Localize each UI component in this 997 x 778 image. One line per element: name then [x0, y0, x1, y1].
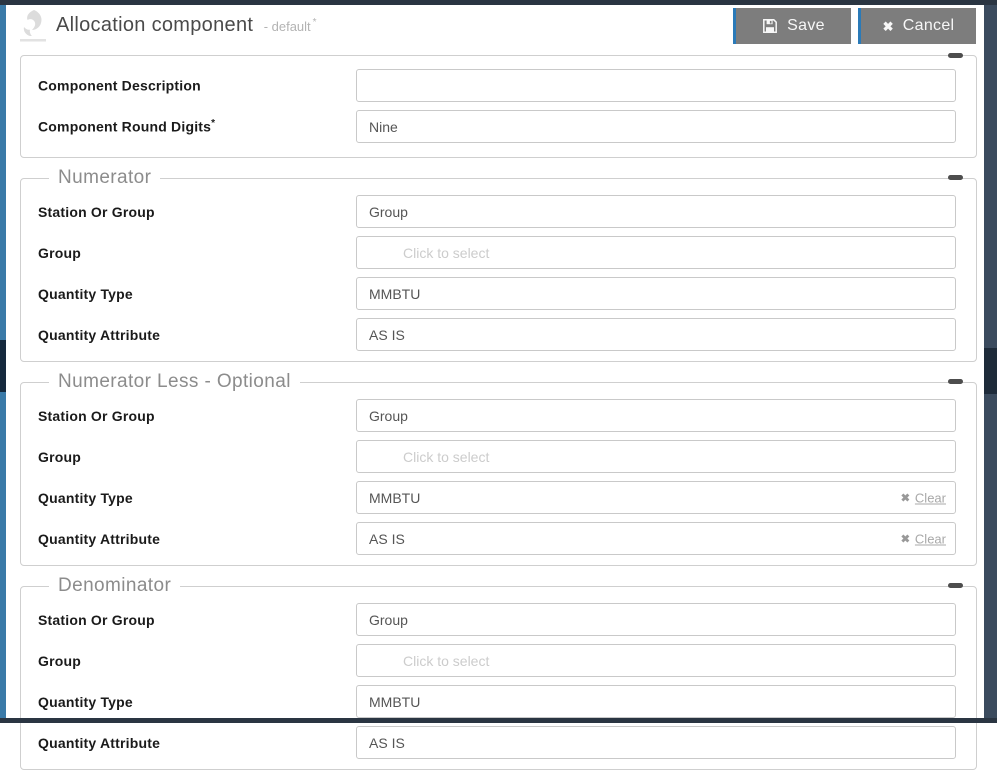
group-select-input[interactable]	[356, 440, 956, 473]
right-scrollbar[interactable]	[984, 0, 997, 723]
quantity-type-input[interactable]	[356, 277, 956, 310]
clear-button[interactable]: ✖ Clear	[901, 531, 946, 546]
form-row: Station Or Group	[38, 195, 956, 228]
clear-label: Clear	[914, 490, 946, 505]
clear-button[interactable]: ✖ Clear	[901, 490, 946, 505]
clear-label: Clear	[914, 531, 946, 546]
form-row: Quantity Attribute ✖ Clear	[38, 522, 956, 555]
page-subtitle: - default	[263, 19, 311, 34]
form-row: Group	[38, 644, 956, 677]
group-select-input[interactable]	[356, 644, 956, 677]
app-logo-icon	[19, 9, 47, 43]
form-row: Component Description	[38, 69, 956, 102]
section-legend: Numerator Less - Optional	[58, 371, 291, 392]
collapse-section-button[interactable]	[948, 53, 963, 58]
quantity-attribute-input[interactable]	[356, 522, 956, 555]
form-row: Quantity Type	[38, 685, 956, 718]
form-row: Station Or Group	[38, 399, 956, 432]
field-label: Group	[38, 652, 81, 669]
unsaved-mark: *	[312, 17, 317, 28]
field-label: Group	[38, 244, 81, 261]
component-round-digits-input[interactable]	[356, 110, 956, 143]
station-or-group-input[interactable]	[356, 603, 956, 636]
collapse-section-button[interactable]	[948, 175, 963, 180]
station-or-group-input[interactable]	[356, 399, 956, 432]
form-row: Quantity Type	[38, 277, 956, 310]
field-label: Station Or Group	[38, 611, 155, 628]
collapse-section-button[interactable]	[948, 583, 963, 588]
clear-x-icon: ✖	[900, 492, 910, 504]
field-label: Station Or Group	[38, 407, 155, 424]
left-scrollbar[interactable]	[0, 0, 6, 723]
field-label: Quantity Type	[38, 285, 133, 302]
field-label: Quantity Type	[38, 489, 133, 506]
save-button[interactable]: Save	[733, 8, 851, 44]
cancel-x-icon: ✖	[882, 18, 894, 34]
quantity-type-input[interactable]	[356, 481, 956, 514]
form-row: Group	[38, 440, 956, 473]
section-numerator: Numerator Station Or Group Group Quantit…	[20, 167, 977, 362]
quantity-type-input[interactable]	[356, 685, 956, 718]
section-legend: Numerator	[58, 167, 152, 188]
field-label: Quantity Attribute	[38, 734, 161, 751]
component-description-input[interactable]	[356, 69, 956, 102]
form-row: Component Round Digits*	[38, 110, 956, 143]
form-row: Group	[38, 236, 956, 269]
form-row: Station Or Group	[38, 603, 956, 636]
form-content: Component Description Component Round Di…	[6, 53, 984, 778]
form-row: Quantity Type ✖ Clear	[38, 481, 956, 514]
required-mark: *	[211, 118, 216, 130]
section-general: Component Description Component Round Di…	[20, 53, 977, 158]
field-label: Station Or Group	[38, 203, 155, 220]
collapse-section-button[interactable]	[948, 379, 963, 384]
right-scrollbar-thumb[interactable]	[984, 348, 997, 394]
save-icon	[762, 18, 778, 34]
field-label: Quantity Type	[38, 693, 133, 710]
left-scrollbar-thumb[interactable]	[0, 340, 6, 392]
field-label: Quantity Attribute	[38, 530, 161, 547]
clear-x-icon: ✖	[900, 533, 910, 545]
section-denominator: Denominator Station Or Group Group Quant…	[20, 575, 977, 770]
page-title: Allocation component	[56, 14, 254, 36]
station-or-group-input[interactable]	[356, 195, 956, 228]
form-row: Quantity Attribute	[38, 318, 956, 351]
cancel-button[interactable]: ✖ Cancel	[858, 8, 976, 44]
quantity-attribute-input[interactable]	[356, 726, 956, 759]
field-label: Component Round Digits*	[38, 118, 216, 135]
field-label: Group	[38, 448, 81, 465]
field-label: Component Description	[38, 77, 201, 94]
group-select-input[interactable]	[356, 236, 956, 269]
top-chrome-bar	[0, 0, 997, 5]
bottom-chrome-bar	[0, 718, 997, 723]
section-numerator-less: Numerator Less - Optional Station Or Gro…	[20, 371, 977, 566]
section-legend: Denominator	[58, 575, 172, 596]
cancel-button-label: Cancel	[902, 17, 955, 34]
field-label: Quantity Attribute	[38, 326, 161, 343]
quantity-attribute-input[interactable]	[356, 318, 956, 351]
save-button-label: Save	[787, 17, 825, 34]
form-row: Quantity Attribute	[38, 726, 956, 759]
